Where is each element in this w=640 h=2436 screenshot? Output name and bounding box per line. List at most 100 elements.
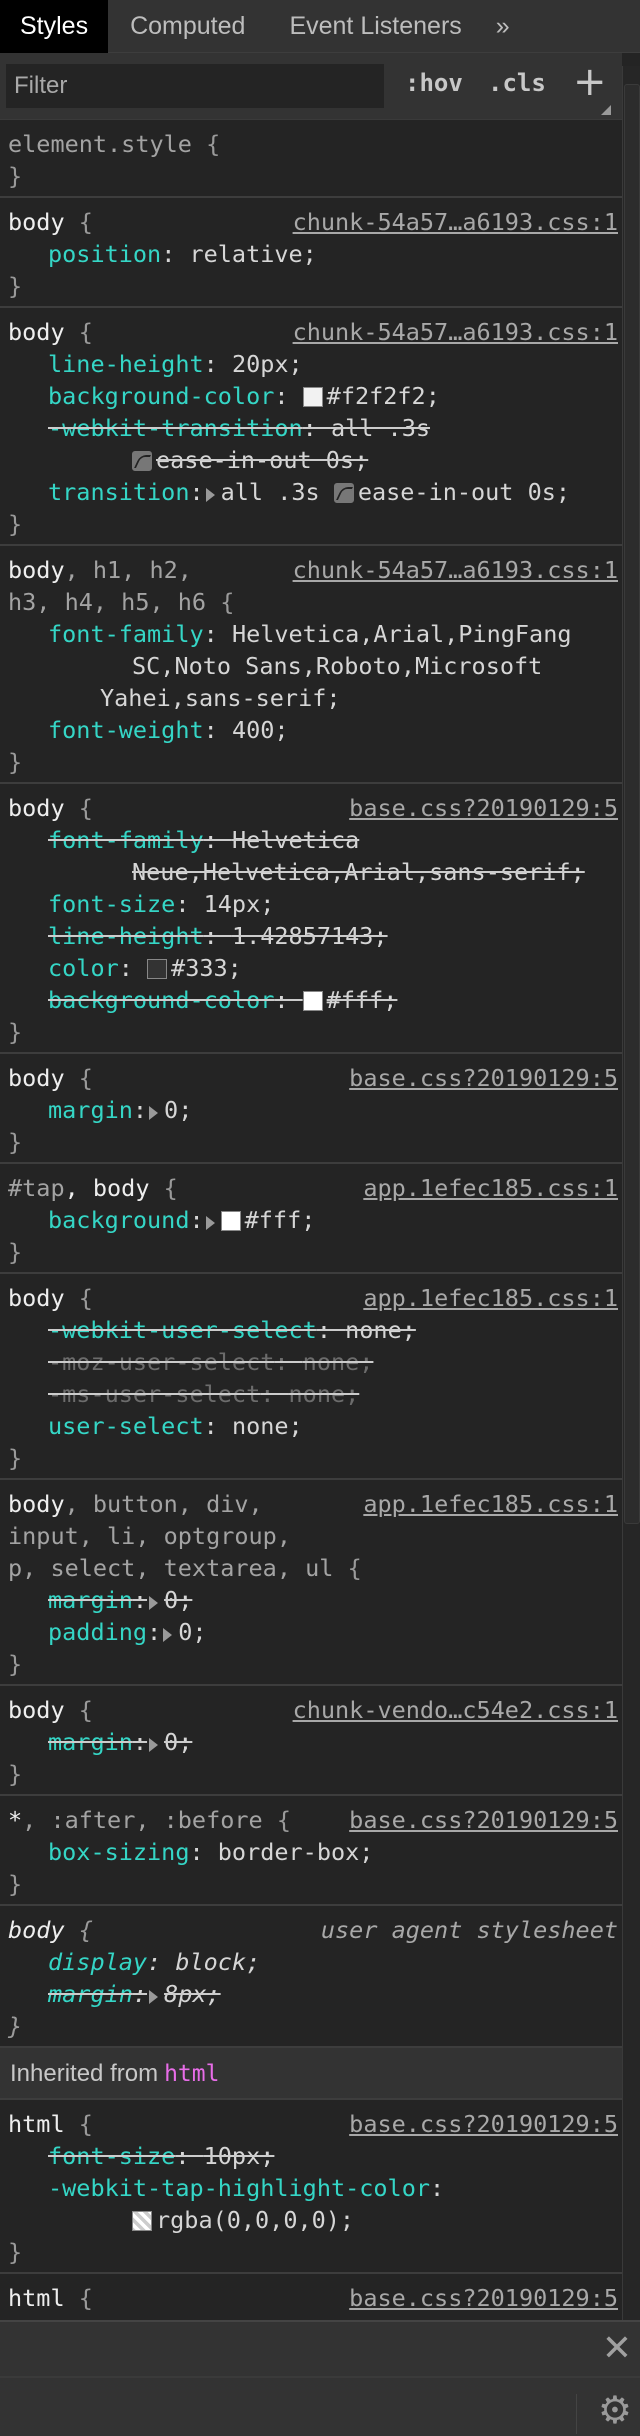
property-value[interactable]: all .3s <box>331 414 430 442</box>
declaration[interactable]: padding: 0; <box>0 1616 622 1648</box>
filter-input[interactable] <box>6 64 384 108</box>
hov-button[interactable]: :hov <box>405 69 463 97</box>
declaration[interactable]: margin: 0; <box>0 1726 622 1758</box>
property-name[interactable]: margin <box>48 1586 133 1614</box>
declaration[interactable]: margin: 0; <box>0 1094 622 1126</box>
source-link[interactable]: chunk-vendo…c54e2.css:1 <box>293 1694 618 1726</box>
selector[interactable]: , button, div, <box>65 1490 263 1518</box>
selector[interactable]: input, li, optgroup, <box>8 1522 291 1550</box>
property-value[interactable]: ease-in-out 0s; <box>156 446 368 474</box>
declaration[interactable]: line-height: 1.42857143; <box>0 920 622 952</box>
selector[interactable]: * <box>8 1806 22 1834</box>
property-name[interactable]: font-size <box>48 890 175 918</box>
property-name[interactable]: line-height <box>48 350 204 378</box>
declaration[interactable]: -webkit-tap-highlight-color: <box>0 2172 622 2204</box>
selector[interactable]: body <box>8 1696 65 1724</box>
source-link[interactable]: app.1efec185.css:1 <box>363 1282 618 1314</box>
property-value[interactable]: Neue,Helvetica,Arial,sans-serif; <box>132 858 585 886</box>
tab-computed[interactable]: Computed <box>108 0 267 53</box>
source-link[interactable]: base.css?20190129:5 <box>349 1062 618 1094</box>
more-tabs-chevron-icon[interactable]: » <box>484 0 522 53</box>
gear-icon[interactable]: ⚙ <box>598 2388 632 2432</box>
color-swatch-icon[interactable] <box>132 2211 152 2231</box>
expand-triangle-icon[interactable] <box>205 1216 215 1230</box>
scrollbar[interactable] <box>622 66 640 2320</box>
property-value[interactable]: ease-in-out 0s; <box>358 478 570 506</box>
declaration[interactable]: display: block; <box>0 1946 622 1978</box>
property-name[interactable]: -moz-user-select <box>48 1348 274 1376</box>
tab-event-listeners[interactable]: Event Listeners <box>267 0 483 53</box>
property-name[interactable]: user-select <box>48 1412 204 1440</box>
property-value[interactable]: Yahei,sans-serif; <box>100 684 341 712</box>
selector[interactable]: , h1, h2, <box>65 556 192 584</box>
expand-triangle-icon[interactable] <box>205 488 215 502</box>
expand-triangle-icon[interactable] <box>163 1628 173 1642</box>
cls-button[interactable]: .cls <box>488 69 546 97</box>
declaration[interactable]: background-color: #fff; <box>0 984 622 1016</box>
scrollbar-thumb[interactable] <box>624 84 640 1524</box>
selector[interactable]: body <box>8 1284 65 1312</box>
property-name[interactable]: margin <box>48 1728 133 1756</box>
property-name[interactable]: font-family <box>48 620 204 648</box>
declaration[interactable]: font-size: 10px; <box>0 2140 622 2172</box>
declaration[interactable]: font-family: Helvetica <box>0 824 622 856</box>
property-name[interactable]: background <box>48 1206 189 1234</box>
property-value[interactable]: none; <box>345 1316 416 1344</box>
declaration[interactable]: user-select: none; <box>0 1410 622 1442</box>
declaration[interactable]: transition: all .3s ease-in-out 0s; <box>0 476 622 508</box>
declaration[interactable]: font-weight: 400; <box>0 714 622 746</box>
property-name[interactable]: margin <box>48 1980 133 2008</box>
source-link[interactable]: chunk-54a57…a6193.css:1 <box>293 554 618 586</box>
color-swatch-icon[interactable] <box>302 991 323 1011</box>
property-name[interactable]: background-color <box>48 382 274 410</box>
property-value[interactable]: 0; <box>178 1618 206 1646</box>
property-value[interactable]: relative; <box>189 240 316 268</box>
property-value[interactable]: #333; <box>171 954 242 982</box>
expand-triangle-icon[interactable] <box>149 1990 159 2004</box>
declaration[interactable]: background: #fff; <box>0 1204 622 1236</box>
source-link[interactable]: base.css?20190129:5 <box>349 2282 618 2314</box>
property-value[interactable]: 20px; <box>232 350 303 378</box>
declaration[interactable]: line-height: 20px; <box>0 348 622 380</box>
source-link[interactable]: base.css?20190129:5 <box>349 1804 618 1836</box>
property-value[interactable]: 8px; <box>164 1980 221 2008</box>
declaration[interactable]: color: #333; <box>0 952 622 984</box>
new-style-rule-plus-icon[interactable]: + <box>573 59 607 105</box>
corner-triangle-icon[interactable] <box>601 105 611 115</box>
selector[interactable]: p, select, textarea, ul <box>8 1554 333 1582</box>
selector[interactable]: html <box>8 2284 65 2312</box>
property-name[interactable]: -webkit-tap-highlight-color <box>48 2174 430 2202</box>
source-link[interactable]: app.1efec185.css:1 <box>363 1488 618 1520</box>
property-name[interactable]: font-family <box>48 826 204 854</box>
color-swatch-icon[interactable] <box>147 959 168 979</box>
selector[interactable]: html <box>8 2110 65 2138</box>
property-value[interactable]: border-box; <box>218 1838 374 1866</box>
property-name[interactable]: position <box>48 240 161 268</box>
property-value[interactable]: Helvetica <box>232 826 359 854</box>
property-name[interactable]: line-height <box>48 922 204 950</box>
declaration[interactable]: -webkit-transition: all .3s <box>0 412 622 444</box>
source-link[interactable]: app.1efec185.css:1 <box>363 1172 618 1204</box>
property-name[interactable]: color <box>48 954 119 982</box>
color-swatch-icon[interactable] <box>302 387 323 407</box>
bezier-curve-icon[interactable] <box>132 451 152 471</box>
property-value[interactable]: 14px; <box>204 890 275 918</box>
property-value[interactable]: all .3s <box>221 478 334 506</box>
selector[interactable]: body <box>8 1064 65 1092</box>
property-name[interactable]: background-color <box>48 986 274 1014</box>
selector[interactable]: h3, h4, h5, h6 <box>8 588 206 616</box>
property-value[interactable]: none; <box>232 1412 303 1440</box>
property-value[interactable]: #fff; <box>245 1206 316 1234</box>
property-value[interactable]: block; <box>175 1948 260 1976</box>
property-value[interactable]: 0; <box>164 1096 192 1124</box>
selector[interactable]: body <box>8 556 65 584</box>
property-value[interactable]: 400; <box>232 716 289 744</box>
source-link[interactable]: chunk-54a57…a6193.css:1 <box>293 206 618 238</box>
property-name[interactable]: font-size <box>48 2142 175 2170</box>
tab-styles[interactable]: Styles <box>0 0 109 53</box>
inherited-tag-link[interactable]: html <box>164 2061 219 2087</box>
source-link[interactable]: base.css?20190129:5 <box>349 2108 618 2140</box>
property-name[interactable]: -webkit-transition <box>48 414 303 442</box>
property-value[interactable]: SC,Noto Sans,Roboto,Microsoft <box>132 652 542 680</box>
declaration[interactable]: -moz-user-select: none; <box>0 1346 622 1378</box>
